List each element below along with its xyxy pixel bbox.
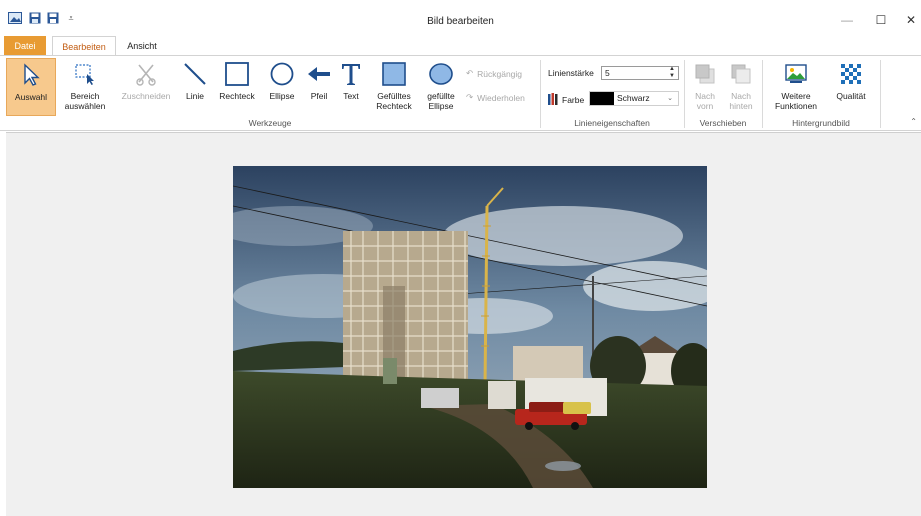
rectangle-icon (223, 60, 251, 88)
edited-photo[interactable] (233, 166, 707, 488)
tab-bearbeiten[interactable]: Bearbeiten (52, 36, 116, 56)
ellipse-icon (268, 60, 296, 88)
farbe-row: Farbe (548, 93, 584, 107)
auswahl-label: Auswahl (14, 92, 48, 102)
text-label: Text (343, 91, 359, 101)
group-label-hintergrundbild: Hintergrundbild (792, 118, 850, 128)
text-t-icon (337, 60, 365, 88)
line-icon (181, 60, 209, 88)
minimize-button[interactable]: — (836, 12, 858, 28)
bereich-auswaehlen-button[interactable]: Bereich auswählen (62, 60, 108, 111)
undo-label: Rückgängig (477, 68, 523, 79)
rechteck-tool-button[interactable]: Rechteck (214, 60, 260, 101)
nach-vorn-button[interactable]: Nach vorn (688, 60, 722, 111)
chevron-down-icon: ⌄ (667, 95, 673, 102)
zuschneiden-label: Zuschneiden (121, 91, 171, 101)
farbe-label: Farbe (562, 95, 585, 105)
gefuellte-ellipse-button[interactable]: gefüllte Ellipse (420, 60, 462, 111)
pfeil-label: Pfeil (310, 91, 328, 101)
pfeil-tool-button[interactable]: Pfeil (304, 60, 334, 101)
linienstaerke-label: Linienstärke (548, 68, 594, 78)
group-label-verschieben: Verschieben (699, 118, 747, 128)
close-button[interactable]: ✕ (900, 12, 921, 28)
gefuelltes-rechteck-label: Gefülltes Rechteck (376, 91, 412, 111)
undo-icon: ↶ (466, 68, 474, 78)
filled-ellipse-icon (427, 60, 455, 88)
color-pencils-icon (548, 93, 558, 107)
send-to-back-icon (727, 60, 755, 88)
bereich-label: Bereich auswählen (64, 91, 106, 111)
tab-datei[interactable]: Datei (4, 36, 46, 56)
canvas-left-margin (0, 132, 6, 516)
spinner-arrows-icon[interactable]: ▲ ▼ (669, 66, 675, 80)
linie-label: Linie (186, 91, 204, 101)
gefuellte-ellipse-label: gefüllte Ellipse (427, 91, 455, 111)
qualitaet-button[interactable]: Qualität (828, 60, 874, 101)
zuschneiden-button[interactable]: Zuschneiden (116, 60, 176, 101)
text-tool-button[interactable]: Text (336, 60, 366, 101)
ellipse-label: Ellipse (269, 91, 295, 101)
bring-to-front-icon (691, 60, 719, 88)
color-swatch (590, 92, 614, 105)
ribbon-tabs: Datei Bearbeiten Ansicht (0, 36, 921, 56)
rechteck-label: Rechteck (219, 91, 255, 101)
crop-icon (132, 60, 160, 88)
cursor-icon (17, 61, 45, 89)
window-title: Bild bearbeiten (427, 16, 494, 27)
nach-vorn-label: Nach vorn (695, 91, 715, 111)
linienstaerke-value: 5 (605, 68, 610, 78)
undo-button[interactable]: ↶ Rückgängig (466, 68, 522, 79)
linie-tool-button[interactable]: Linie (180, 60, 210, 101)
weitere-funktionen-label: Weitere Funktionen (774, 91, 818, 111)
redo-icon: ↷ (466, 92, 474, 102)
nach-hinten-label: Nach hinten (729, 91, 753, 111)
farbe-dropdown[interactable]: Schwarz ⌄ (589, 91, 679, 106)
filled-rectangle-icon (380, 60, 408, 88)
auswahl-tool-button[interactable]: Auswahl (6, 58, 56, 116)
weitere-funktionen-button[interactable]: Weitere Funktionen (768, 60, 824, 111)
nach-hinten-button[interactable]: Nach hinten (724, 60, 758, 111)
linienstaerke-spinner[interactable]: 5 ▲ ▼ (601, 66, 679, 80)
collapse-ribbon-icon[interactable]: ⌃ (910, 117, 917, 126)
farbe-value: Schwarz (617, 93, 650, 103)
background-image-icon (782, 60, 810, 88)
redo-label: Wiederholen (477, 92, 525, 103)
qualitaet-label: Qualität (836, 91, 866, 101)
tab-ansicht[interactable]: Ansicht (120, 36, 164, 56)
ellipse-tool-button[interactable]: Ellipse (264, 60, 300, 101)
group-label-werkzeuge: Werkzeuge (248, 118, 292, 128)
maximize-button[interactable]: ☐ (870, 12, 892, 28)
title-bar: ⩡ Bild bearbeiten — ☐ ✕ (0, 0, 921, 34)
arrow-left-icon (305, 60, 333, 88)
select-area-icon (71, 60, 99, 88)
ribbon: Auswahl Bereich auswählen Zuschneiden Li… (0, 55, 921, 131)
group-separator (880, 60, 881, 128)
redo-button[interactable]: ↷ Wiederholen (466, 92, 525, 103)
quality-checker-icon (837, 60, 865, 88)
gefuelltes-rechteck-button[interactable]: Gefülltes Rechteck (370, 60, 418, 111)
group-label-linieneigenschaften: Linieneigenschaften (574, 118, 650, 128)
